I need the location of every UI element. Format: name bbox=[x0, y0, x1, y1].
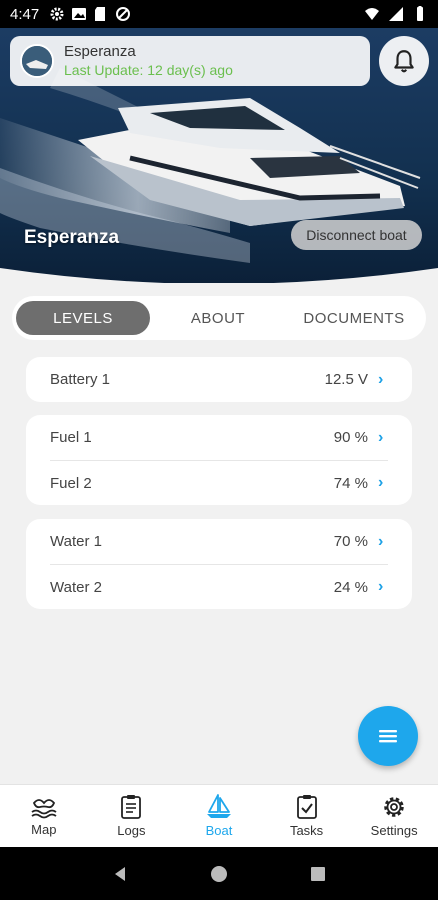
bell-icon bbox=[394, 50, 414, 73]
battery-icon bbox=[417, 6, 423, 21]
nav-logs[interactable]: Logs bbox=[88, 785, 176, 847]
chevron-right-icon: › bbox=[378, 532, 384, 550]
nav-tasks-label: Tasks bbox=[289, 823, 324, 838]
recents-icon[interactable] bbox=[309, 865, 327, 883]
system-navigation-bar bbox=[0, 847, 438, 900]
status-time: 4:47 bbox=[10, 5, 40, 23]
settings-icon bbox=[384, 797, 404, 817]
nav-map[interactable]: Map bbox=[0, 785, 88, 847]
status-bar: 4:47 bbox=[0, 0, 438, 28]
level-value: 74 % bbox=[333, 474, 368, 492]
level-value: 90 % bbox=[333, 429, 368, 446]
signal-icon bbox=[389, 7, 403, 21]
sd-card-icon bbox=[95, 7, 106, 21]
tab-levels[interactable]: LEVELS bbox=[16, 301, 150, 335]
nav-tasks[interactable]: Tasks bbox=[263, 785, 351, 847]
menu-icon bbox=[379, 730, 397, 743]
nav-map-label: Map bbox=[31, 822, 57, 837]
boat-icon bbox=[206, 794, 231, 818]
nav-settings[interactable]: Settings bbox=[350, 785, 438, 847]
disconnect-boat-button[interactable]: Disconnect boat bbox=[291, 220, 422, 250]
level-label: Fuel 2 bbox=[50, 474, 92, 492]
chevron-right-icon: › bbox=[378, 370, 384, 388]
chevron-right-icon: › bbox=[378, 474, 384, 491]
nav-boat[interactable]: Boat bbox=[175, 785, 263, 847]
logs-icon bbox=[121, 795, 142, 819]
map-icon bbox=[31, 799, 57, 819]
home-icon[interactable] bbox=[210, 865, 228, 883]
bottom-navigation: Map Logs Boat Tasks Settings bbox=[0, 784, 438, 847]
blocked-icon bbox=[116, 7, 131, 21]
nav-logs-label: Logs bbox=[117, 823, 146, 838]
hero-boat-name: Esperanza bbox=[24, 227, 120, 248]
chevron-right-icon: › bbox=[378, 578, 384, 595]
level-value: 70 % bbox=[333, 533, 368, 550]
last-update-text: Last Update: 12 day(s) ago bbox=[64, 62, 233, 78]
level-value: 12.5 V bbox=[324, 371, 368, 388]
level-label: Battery 1 bbox=[50, 371, 111, 388]
level-row-water-2[interactable]: Water 2 24 % › bbox=[50, 564, 388, 609]
fuel-levels-card: Fuel 1 90 % › Fuel 2 74 % › bbox=[26, 415, 412, 505]
tab-documents[interactable]: DOCUMENTS bbox=[286, 301, 422, 335]
level-label: Water 1 bbox=[50, 533, 102, 550]
battery-levels-card: Battery 1 12.5 V › bbox=[26, 357, 412, 402]
wifi-icon bbox=[365, 8, 379, 20]
level-label: Fuel 1 bbox=[50, 429, 92, 446]
boat-tabs: LEVELS ABOUT DOCUMENTS bbox=[12, 296, 426, 340]
gear-icon bbox=[50, 7, 64, 21]
level-row-battery-1[interactable]: Battery 1 12.5 V › bbox=[50, 357, 388, 402]
level-value: 24 % bbox=[333, 578, 368, 596]
image-icon bbox=[72, 8, 87, 20]
level-row-fuel-1[interactable]: Fuel 1 90 % › bbox=[50, 415, 388, 460]
water-levels-card: Water 1 70 % › Water 2 24 % › bbox=[26, 519, 412, 609]
menu-fab-button[interactable] bbox=[358, 706, 418, 766]
boat-hero: Esperanza Last Update: 12 day(s) ago Esp… bbox=[0, 28, 438, 283]
back-icon[interactable] bbox=[111, 865, 129, 883]
level-row-fuel-2[interactable]: Fuel 2 74 % › bbox=[50, 460, 388, 505]
boat-name: Esperanza bbox=[64, 43, 136, 60]
nav-boat-label: Boat bbox=[205, 823, 233, 838]
level-row-water-1[interactable]: Water 1 70 % › bbox=[50, 519, 388, 564]
boat-avatar bbox=[20, 44, 54, 78]
nav-settings-label: Settings bbox=[370, 823, 418, 838]
boat-status-card[interactable]: Esperanza Last Update: 12 day(s) ago bbox=[10, 36, 370, 86]
chevron-right-icon: › bbox=[378, 428, 384, 446]
notifications-button[interactable] bbox=[379, 36, 429, 86]
level-label: Water 2 bbox=[50, 578, 102, 596]
tab-about[interactable]: ABOUT bbox=[150, 301, 286, 335]
tasks-icon bbox=[296, 795, 317, 819]
